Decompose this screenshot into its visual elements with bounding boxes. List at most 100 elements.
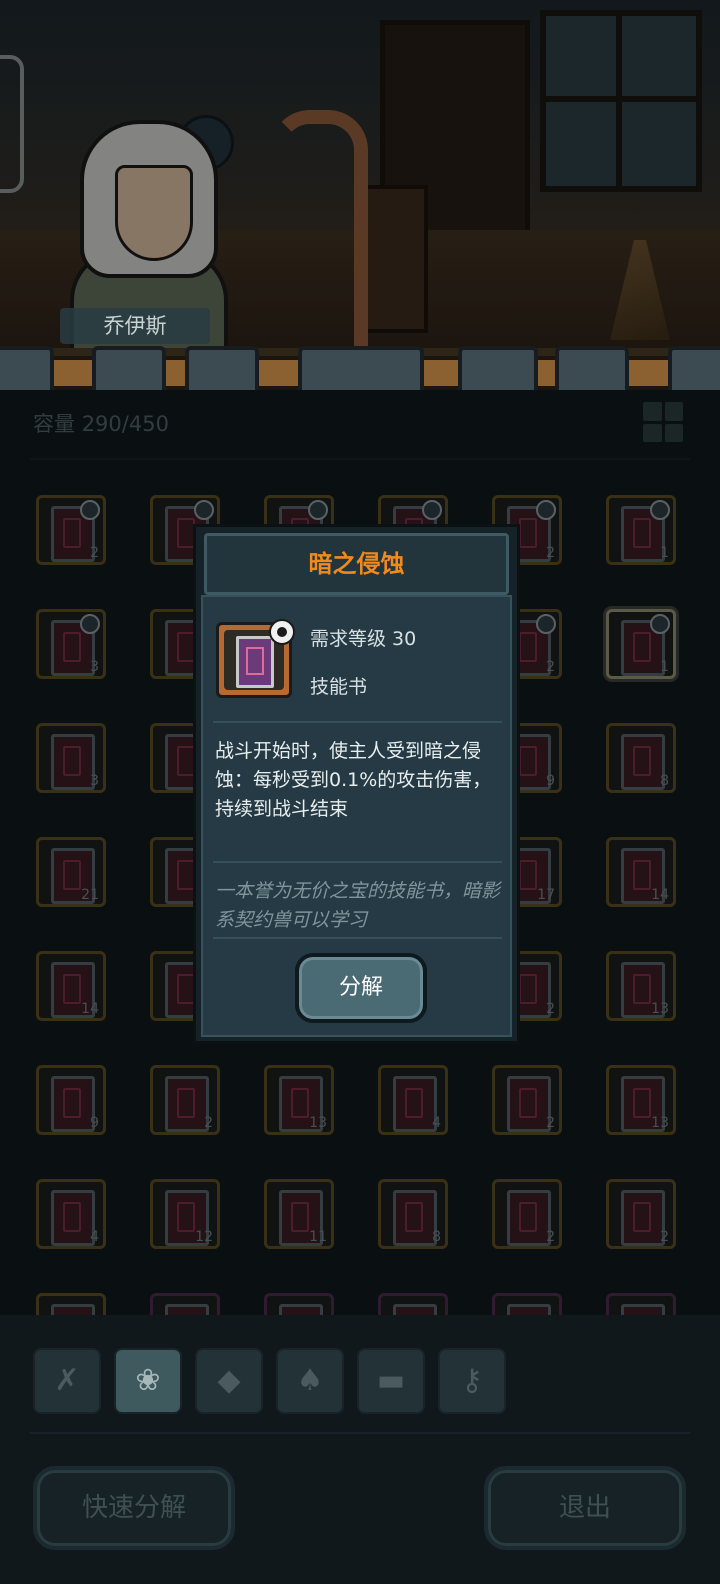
inventory-slot[interactable]: 1 bbox=[606, 495, 676, 565]
inventory-slot[interactable] bbox=[492, 1293, 562, 1315]
item-count: 1 bbox=[660, 659, 669, 675]
divider bbox=[30, 1432, 690, 1434]
inventory-slot[interactable]: 9 bbox=[36, 1065, 106, 1135]
inventory-slot[interactable] bbox=[150, 1293, 220, 1315]
element-badge-icon bbox=[650, 614, 670, 634]
inventory-slot[interactable]: 13 bbox=[264, 1065, 334, 1135]
item-detail-popup: 暗之侵蚀 需求等级 30 技能书 战斗开始时，使主人受到暗之侵蚀：每秒受到0.1… bbox=[193, 524, 520, 1044]
popup-body: 需求等级 30 技能书 战斗开始时，使主人受到暗之侵蚀：每秒受到0.1%的攻击伤… bbox=[201, 595, 512, 1037]
skill-book-icon bbox=[279, 1304, 323, 1315]
item-count: 4 bbox=[432, 1115, 441, 1131]
item-count: 8 bbox=[660, 773, 669, 789]
category-tab[interactable]: ◆ bbox=[195, 1348, 263, 1414]
skill-book-icon bbox=[51, 1190, 95, 1246]
element-badge-icon bbox=[536, 500, 556, 520]
skill-book-icon bbox=[51, 1304, 95, 1315]
inventory-slot[interactable]: 14 bbox=[606, 837, 676, 907]
capacity-label: 容量 bbox=[33, 412, 75, 436]
popup-header: 暗之侵蚀 bbox=[204, 533, 509, 595]
item-count: 14 bbox=[81, 1001, 99, 1017]
item-description: 战斗开始时，使主人受到暗之侵蚀：每秒受到0.1%的攻击伤害，持续到战斗结束 bbox=[215, 740, 492, 820]
element-badge-icon bbox=[308, 500, 328, 520]
scene-overlay bbox=[0, 0, 720, 360]
item-count: 9 bbox=[90, 1115, 99, 1131]
inventory-slot[interactable]: 8 bbox=[606, 723, 676, 793]
divider bbox=[213, 861, 502, 863]
inventory-slot[interactable]: 2 bbox=[492, 1065, 562, 1135]
item-count: 8 bbox=[432, 1229, 441, 1245]
inventory-slot[interactable]: 13 bbox=[606, 951, 676, 1021]
inventory-slot[interactable]: 3 bbox=[36, 723, 106, 793]
inventory-slot[interactable] bbox=[264, 1293, 334, 1315]
character-name: 乔伊斯 bbox=[60, 308, 210, 344]
skill-book-icon bbox=[621, 1304, 665, 1315]
element-badge-icon bbox=[422, 500, 442, 520]
item-count: 1 bbox=[660, 545, 669, 561]
inventory-slot[interactable]: 2 bbox=[36, 495, 106, 565]
inventory-slot[interactable]: 14 bbox=[36, 951, 106, 1021]
item-count: 2 bbox=[546, 1001, 555, 1017]
paw-icon: ❀ bbox=[135, 1363, 161, 1398]
item-icon-frame bbox=[216, 619, 295, 698]
item-count: 17 bbox=[537, 887, 555, 903]
category-tab[interactable]: ✗ bbox=[33, 1348, 101, 1414]
skill-book-icon bbox=[507, 1076, 551, 1132]
item-count: 4 bbox=[90, 1229, 99, 1245]
grid-icon bbox=[643, 402, 662, 421]
item-count: 2 bbox=[660, 1229, 669, 1245]
divider bbox=[213, 721, 502, 723]
skill-book-icon bbox=[507, 1190, 551, 1246]
skill-book-icon bbox=[393, 1190, 437, 1246]
item-title: 暗之侵蚀 bbox=[308, 550, 405, 578]
item-count: 2 bbox=[546, 659, 555, 675]
category-tab[interactable]: ⚷ bbox=[438, 1348, 506, 1414]
inventory-slot[interactable]: 11 bbox=[264, 1179, 334, 1249]
exit-button[interactable]: 退出 bbox=[484, 1466, 686, 1550]
inventory-slot[interactable]: 4 bbox=[378, 1065, 448, 1135]
skill-book-icon bbox=[236, 636, 274, 688]
element-badge-icon bbox=[194, 500, 214, 520]
inventory-slot[interactable]: 12 bbox=[150, 1179, 220, 1249]
inventory-slot[interactable] bbox=[36, 1293, 106, 1315]
inventory-slot[interactable]: 4 bbox=[36, 1179, 106, 1249]
inventory-slot[interactable]: 13 bbox=[606, 1065, 676, 1135]
item-count: 2 bbox=[546, 1229, 555, 1245]
inventory-slot[interactable] bbox=[606, 1293, 676, 1315]
inventory-slot[interactable] bbox=[378, 1293, 448, 1315]
chest-icon: ▬ bbox=[376, 1363, 406, 1398]
item-flavor-text: 一本誉为无价之宝的技能书，暗影系契约兽可以学习 bbox=[215, 880, 501, 931]
inventory-slot[interactable]: 2 bbox=[606, 1179, 676, 1249]
divider bbox=[30, 458, 690, 460]
quick-decompose-button[interactable]: 快速分解 bbox=[33, 1466, 235, 1550]
inventory-slot[interactable]: 2 bbox=[492, 1179, 562, 1249]
item-type: 技能书 bbox=[310, 676, 368, 698]
element-badge-icon bbox=[650, 500, 670, 520]
tools-icon: ✗ bbox=[54, 1363, 80, 1398]
gem-icon: ◆ bbox=[217, 1363, 241, 1398]
skill-book-icon bbox=[51, 1076, 95, 1132]
inventory-slot[interactable]: 1 bbox=[606, 609, 676, 679]
inventory-slot[interactable]: 3 bbox=[36, 609, 106, 679]
item-count: 2 bbox=[90, 545, 99, 561]
item-count: 21 bbox=[81, 887, 99, 903]
inventory-slot[interactable]: 8 bbox=[378, 1179, 448, 1249]
item-count: 2 bbox=[546, 1115, 555, 1131]
inventory-slot[interactable]: 21 bbox=[36, 837, 106, 907]
category-tab[interactable]: ▬ bbox=[357, 1348, 425, 1414]
divider bbox=[213, 937, 502, 939]
decompose-button[interactable]: 分解 bbox=[295, 953, 427, 1023]
grid-view-button[interactable] bbox=[643, 402, 683, 442]
leaf-icon: ♠ bbox=[296, 1363, 324, 1398]
inventory-slot[interactable]: 2 bbox=[150, 1065, 220, 1135]
item-count: 13 bbox=[309, 1115, 327, 1131]
key-icon: ⚷ bbox=[461, 1363, 483, 1398]
category-tab[interactable]: ❀ bbox=[114, 1348, 182, 1414]
skill-book-icon bbox=[165, 1304, 209, 1315]
item-count: 3 bbox=[90, 659, 99, 675]
skill-book-icon bbox=[165, 1076, 209, 1132]
item-count: 9 bbox=[546, 773, 555, 789]
level-requirement: 需求等级 30 bbox=[310, 628, 417, 650]
category-tab[interactable]: ♠ bbox=[276, 1348, 344, 1414]
skill-book-icon bbox=[393, 1304, 437, 1315]
item-count: 14 bbox=[651, 887, 669, 903]
